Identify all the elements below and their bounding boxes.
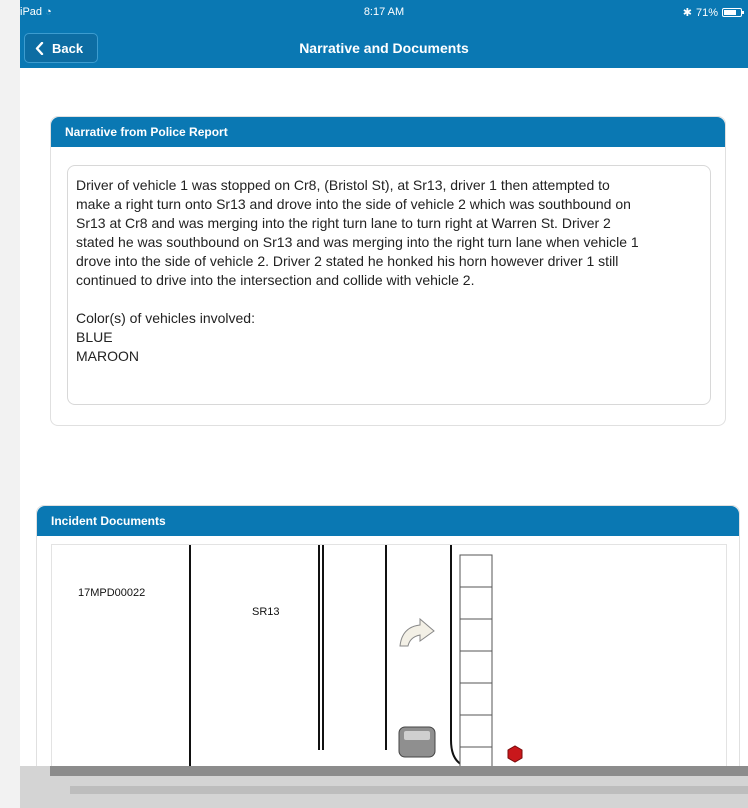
battery-icon — [722, 8, 744, 17]
narrative-line: make a right turn onto Sr13 and drove in… — [76, 196, 631, 212]
incident-diagram[interactable]: 17MPD00022 SR13 — [51, 544, 727, 784]
vehicle-color: BLUE — [76, 329, 113, 345]
bottom-blur-band — [50, 766, 748, 776]
left-edge-strip — [0, 0, 20, 808]
documents-header: Incident Documents — [37, 506, 739, 536]
battery-percent: 71% — [695, 6, 718, 19]
clock: 8:17 AM — [363, 6, 405, 18]
bottom-blur-band — [70, 786, 748, 794]
narrative-text-box: Driver of vehicle 1 was stopped on Cr8, … — [67, 165, 711, 405]
turn-arrow-icon — [399, 617, 435, 647]
vehicle-colors-label: Color(s) of vehicles involved: — [76, 310, 255, 326]
narrative-panel: Narrative from Police Report Driver of v… — [50, 116, 726, 426]
battery-area: ✱ 71% — [682, 6, 744, 19]
stop-sign-icon — [507, 745, 523, 763]
narrative-line: Sr13 at Cr8 and was merging into the rig… — [76, 215, 611, 231]
vehicle-color: MAROON — [76, 348, 139, 364]
narrative-header: Narrative from Police Report — [51, 117, 725, 147]
vehicle-icon — [398, 726, 436, 758]
road-diagram — [189, 545, 523, 783]
narrative-line: stated he was southbound on Sr13 and was… — [76, 234, 639, 250]
status-bar: iPad ◔ 8:17 AM ✱ 71% — [20, 0, 748, 30]
crosswalk — [459, 554, 493, 780]
documents-panel: Incident Documents 17MPD00022 SR13 — [36, 505, 740, 805]
narrative-line: Driver of vehicle 1 was stopped on Cr8, … — [76, 177, 610, 193]
app-root: iPad ◔ 8:17 AM ✱ 71% Back Narrative and … — [0, 0, 748, 808]
narrative-line: drove into the side of vehicle 2. Driver… — [76, 253, 619, 269]
navigation-bar: Back Narrative and Documents — [20, 30, 748, 68]
narrative-paragraph: Driver of vehicle 1 was stopped on Cr8, … — [76, 176, 702, 290]
page-title: Narrative and Documents — [299, 40, 469, 56]
vehicle-colors: Color(s) of vehicles involved: BLUE MARO… — [76, 309, 702, 366]
bluetooth-icon: ✱ — [682, 7, 692, 19]
narrative-line: continued to drive into the intersection… — [76, 272, 475, 288]
